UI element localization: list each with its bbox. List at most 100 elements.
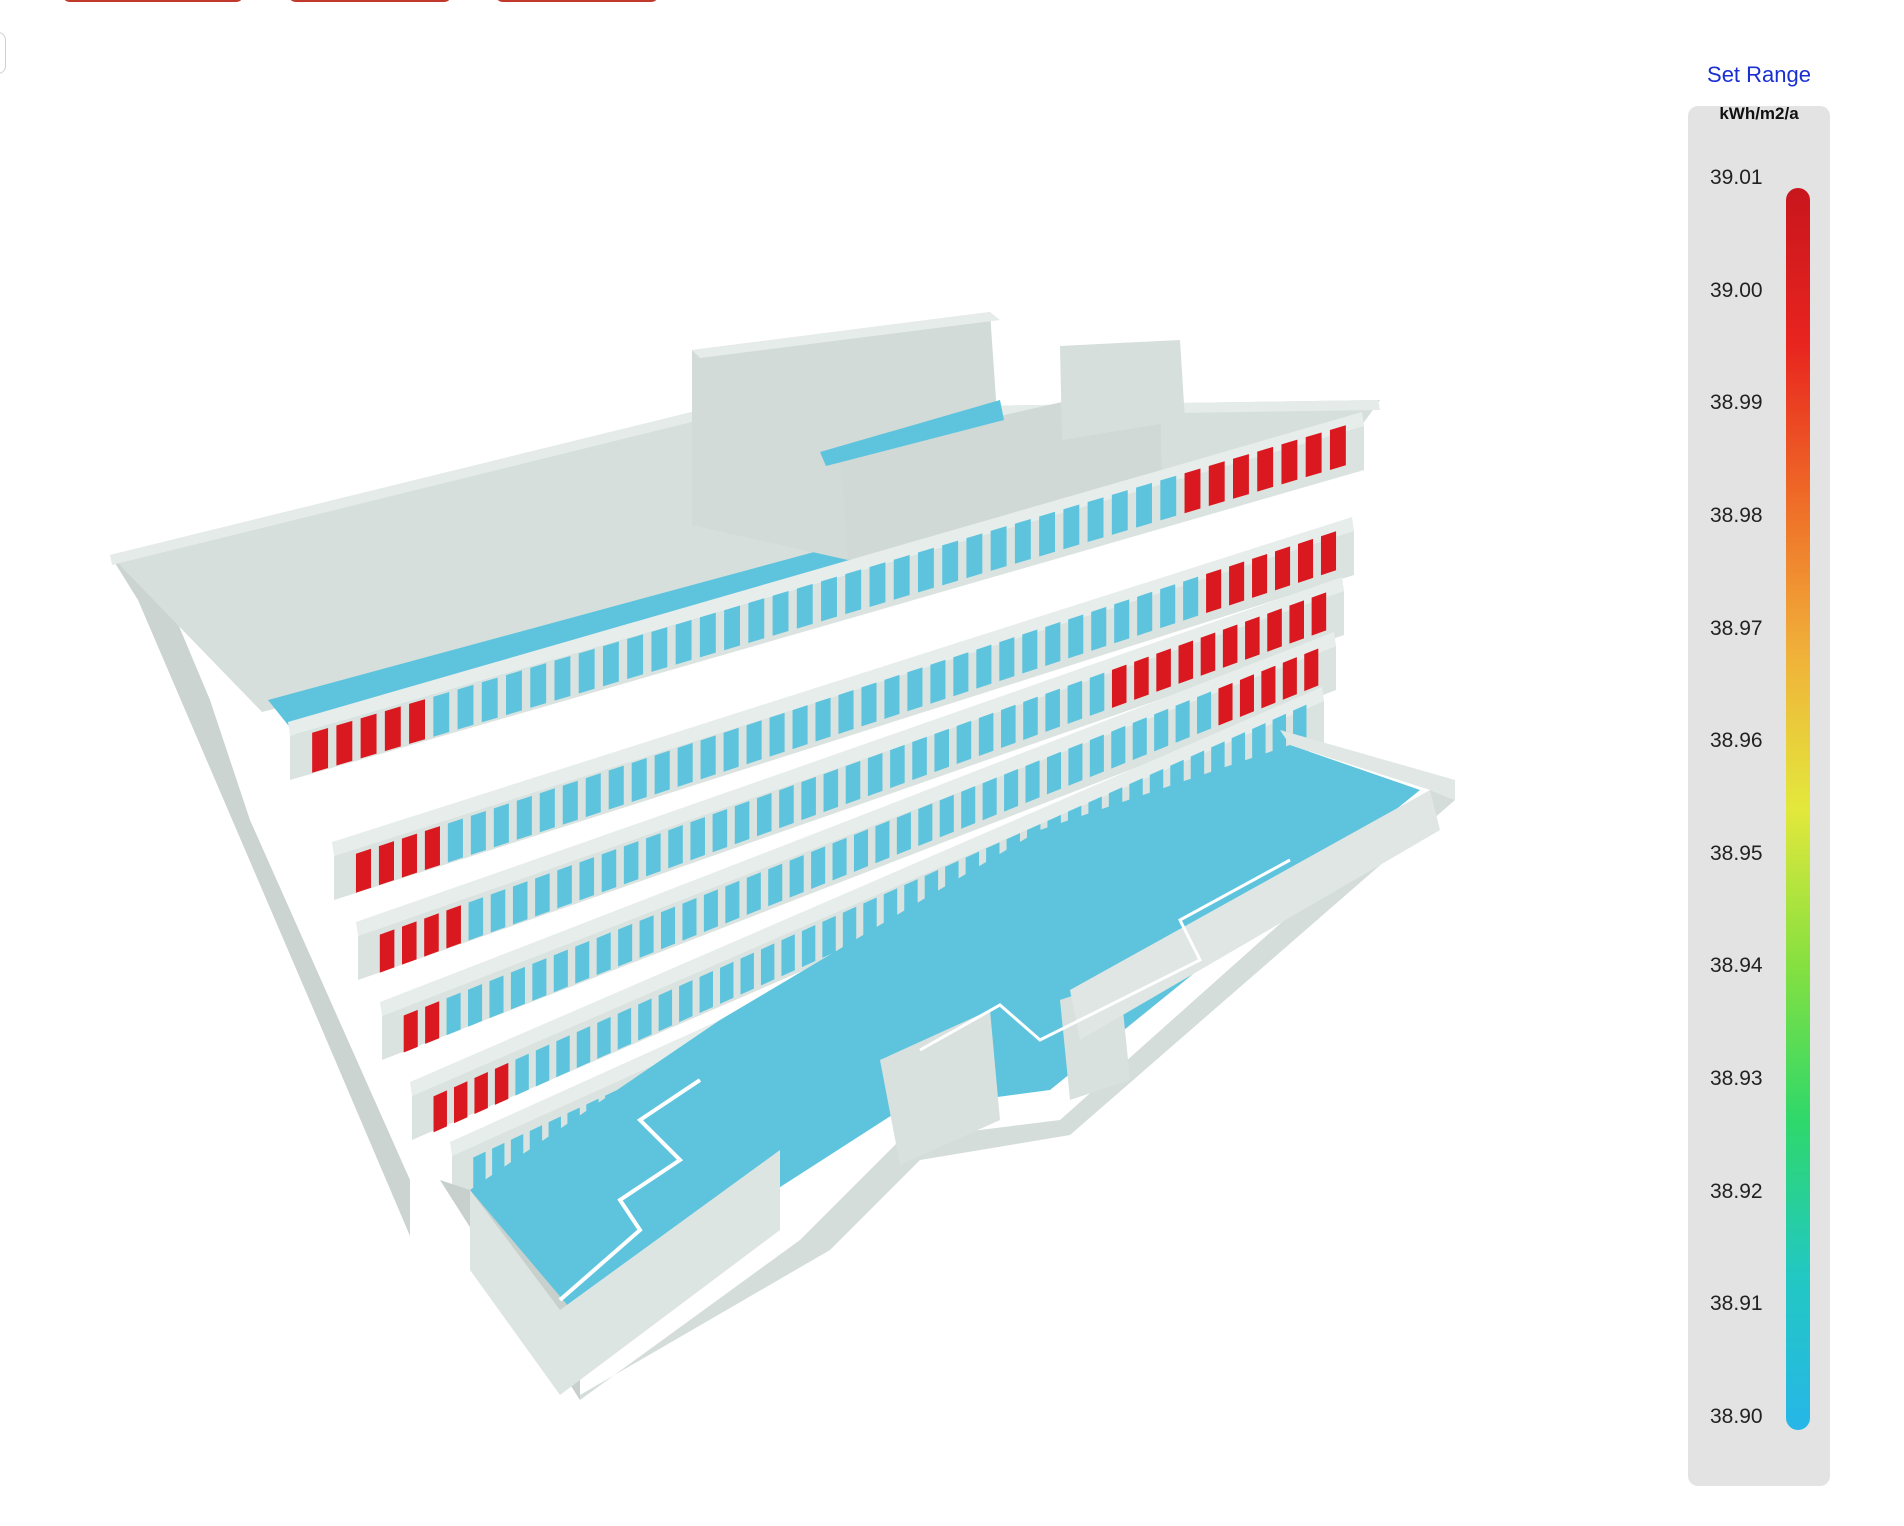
window-panel [978, 712, 994, 756]
window-panel [576, 1026, 591, 1069]
legend-tick-38.92: 38.92 [1710, 1179, 1763, 1203]
window-panel [956, 720, 972, 765]
set-range-link[interactable]: Set Range [1684, 62, 1834, 88]
window-panel [608, 765, 624, 810]
window-panel [1245, 616, 1260, 660]
window-panel [699, 612, 716, 658]
window-panel [602, 641, 619, 687]
window-panel [457, 684, 474, 730]
window-panel [557, 865, 572, 909]
window-panel [378, 841, 395, 886]
window-panel [1091, 606, 1107, 651]
window-panel [470, 810, 486, 855]
window-panel [401, 833, 417, 878]
legend-tick-38.91: 38.91 [1710, 1292, 1763, 1316]
window-panel [556, 1035, 570, 1078]
window-panel [631, 758, 647, 803]
window-panel [724, 605, 741, 651]
window-panel [781, 934, 795, 977]
window-panel [453, 1081, 468, 1124]
legend-tick-38.99: 38.99 [1710, 391, 1763, 415]
window-panel [1184, 468, 1201, 514]
window-panel [822, 915, 836, 958]
window-panel [1114, 599, 1130, 644]
window-panel [815, 697, 831, 742]
window-panel [1014, 518, 1031, 564]
legend-tick-39.01: 39.01 [1710, 166, 1763, 189]
window-panel [896, 811, 911, 855]
window-panel [918, 803, 933, 847]
window-panel [424, 913, 439, 957]
window-panel [638, 998, 652, 1041]
window-panel [942, 540, 959, 586]
window-panel [1160, 584, 1176, 629]
window-panel [1197, 691, 1212, 735]
window-panel [990, 526, 1007, 571]
window-panel [1132, 717, 1147, 760]
window-panel [481, 677, 498, 723]
window-panel [575, 941, 590, 984]
window-panel [1229, 561, 1245, 606]
window-panel [639, 915, 654, 958]
window-panel [424, 826, 440, 871]
window-panel [535, 873, 550, 917]
window-panel [1134, 656, 1149, 700]
window-panel [668, 825, 683, 869]
window-panel [1275, 546, 1291, 591]
window-panel [853, 829, 869, 872]
window-panel [930, 659, 946, 704]
window-panel [562, 780, 578, 825]
window-panel [811, 846, 826, 890]
window-panel [792, 705, 808, 750]
window-panel [1320, 531, 1337, 576]
window-panel [409, 699, 425, 744]
window-panel [446, 992, 461, 1036]
window-panel [796, 583, 813, 629]
window-panel [760, 943, 775, 986]
window-panel [999, 637, 1015, 682]
window-panel [723, 727, 739, 772]
window-panel [961, 786, 976, 829]
window-panel [433, 1090, 447, 1133]
window-panel [490, 889, 506, 933]
window-panel [623, 841, 639, 885]
window-panel [1239, 674, 1254, 717]
window-panel [1222, 624, 1238, 668]
window-panel [1261, 665, 1276, 709]
window-panel [658, 989, 673, 1032]
window-panel [772, 591, 789, 636]
window-panel [679, 980, 693, 1023]
window-panel [893, 555, 910, 600]
window-panel [1089, 672, 1105, 716]
window-panel [1063, 504, 1080, 550]
window-panel [1045, 621, 1061, 666]
window-panel [516, 795, 532, 840]
window-panel [1233, 454, 1249, 499]
window-panel [1039, 511, 1056, 557]
window-panel [699, 970, 713, 1014]
window-panel [934, 728, 950, 773]
window-panel [578, 648, 595, 694]
window-panel [1329, 425, 1346, 470]
window-panel [1137, 591, 1153, 636]
window-panel [675, 619, 692, 665]
window-panel [1154, 708, 1169, 752]
window-panel [1045, 688, 1060, 732]
window-panel [379, 929, 395, 973]
window-panel [939, 794, 954, 838]
window-panel [336, 720, 353, 766]
legend-tick-38.94: 38.94 [1710, 954, 1763, 978]
window-panel [539, 788, 555, 833]
3d-building-viewport[interactable] [0, 0, 1640, 1526]
window-panel [1297, 538, 1314, 583]
window-panel [1004, 768, 1019, 812]
window-panel [355, 848, 372, 893]
window-panel [312, 728, 329, 773]
window-panel [1111, 664, 1127, 708]
window-panel [1178, 640, 1194, 684]
window-panel [1022, 629, 1038, 674]
window-panel [823, 768, 839, 813]
window-panel [768, 863, 783, 907]
window-panel [553, 949, 568, 993]
window-panel [468, 984, 483, 1027]
